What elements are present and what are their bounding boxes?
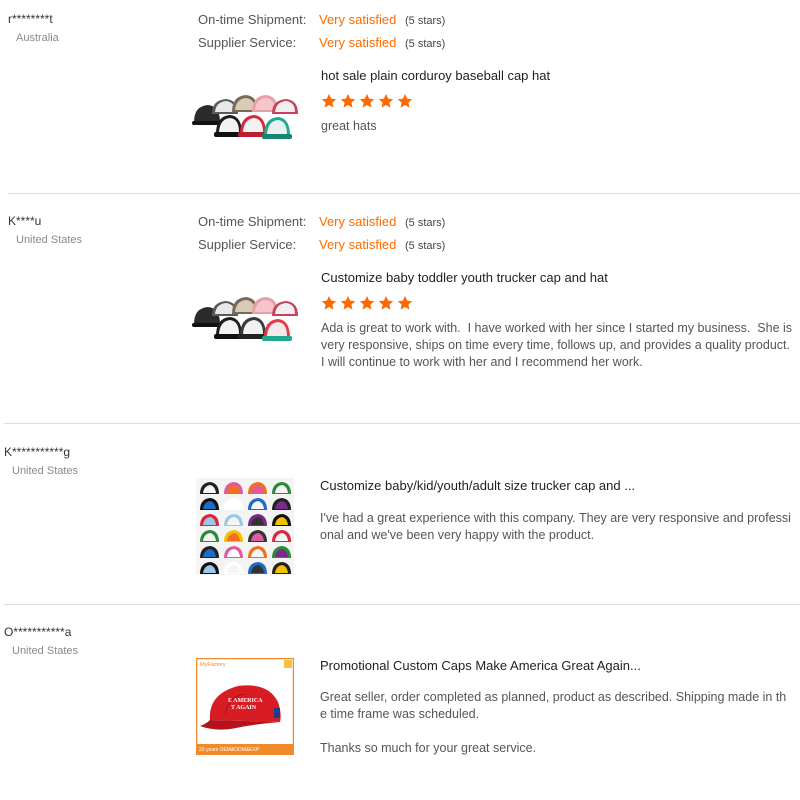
star-icon: [340, 94, 356, 108]
rating-value: Very satisfied: [319, 237, 397, 252]
star-icon: [397, 296, 413, 310]
rating-label: Supplier Service:: [198, 35, 297, 50]
divider: [8, 193, 800, 194]
buyer-name: O***********a: [4, 625, 72, 639]
star-icon: [378, 296, 394, 310]
rating-stars-text: (5 stars): [405, 15, 446, 27]
divider: [4, 423, 800, 424]
divider: [4, 604, 800, 605]
brand-logo-text: MyFactory: [200, 662, 226, 668]
star-icon: [321, 296, 337, 310]
rating-stars-text: (5 stars): [405, 240, 446, 252]
thumb-footer-text: 20 years OEM&ODM&EXP: [199, 747, 260, 753]
buyer-name: K***********g: [4, 445, 71, 459]
rating-label: On-time Shipment:: [198, 214, 307, 229]
product-title[interactable]: Promotional Custom Caps Make America Gre…: [320, 658, 641, 673]
rating-label: On-time Shipment:: [198, 12, 307, 27]
review-text: Ada is great to work with. I have worked…: [321, 321, 797, 369]
buyer-country: United States: [16, 234, 83, 246]
star-rating: [321, 93, 416, 109]
product-title[interactable]: hot sale plain corduroy baseball cap hat: [321, 68, 550, 83]
product-title[interactable]: Customize baby toddler youth trucker cap…: [321, 270, 608, 285]
star-icon: [397, 94, 413, 108]
rating-value: Very satisfied: [319, 12, 397, 27]
rating-row-service: Supplier Service: Very satisfied (5 stars): [198, 35, 445, 50]
rating-value: Very satisfied: [319, 35, 397, 50]
caps-group-icon[interactable]: [190, 294, 302, 353]
rating-row-shipment: On-time Shipment: Very satisfied (5 stars): [198, 214, 445, 229]
rating-stars-text: (5 stars): [405, 38, 446, 50]
review-text: Great seller, order completed as planned…: [320, 690, 787, 755]
buyer-country: Australia: [16, 32, 59, 44]
star-icon: [359, 94, 375, 108]
red-cap-icon[interactable]: MyFactory E AMERICA T AGAIN 20 years OEM…: [195, 657, 295, 760]
review-text: I've had a great experience with this co…: [320, 511, 791, 542]
caps-group-icon[interactable]: [190, 92, 302, 151]
buyer-country: United States: [12, 465, 79, 477]
star-icon: [340, 296, 356, 310]
rating-row-shipment: On-time Shipment: Very satisfied (5 stars): [198, 12, 445, 27]
rating-label: Supplier Service:: [198, 237, 297, 252]
star-icon: [321, 94, 337, 108]
star-icon: [359, 296, 375, 310]
star-icon: [378, 94, 394, 108]
star-rating: [321, 295, 416, 311]
cap-text-line1: E AMERICA: [228, 698, 263, 704]
product-title[interactable]: Customize baby/kid/youth/adult size truc…: [320, 478, 635, 493]
review-text: great hats: [321, 119, 377, 133]
buyer-name: K****u: [8, 214, 42, 228]
buyer-name: r********t: [8, 12, 53, 26]
rating-row-service: Supplier Service: Very satisfied (5 stars): [198, 237, 445, 252]
rating-stars-text: (5 stars): [405, 217, 446, 229]
rating-value: Very satisfied: [319, 214, 397, 229]
caps-grid-icon[interactable]: [196, 478, 294, 580]
cap-text-line2: T AGAIN: [231, 705, 257, 711]
buyer-country: United States: [12, 645, 79, 657]
